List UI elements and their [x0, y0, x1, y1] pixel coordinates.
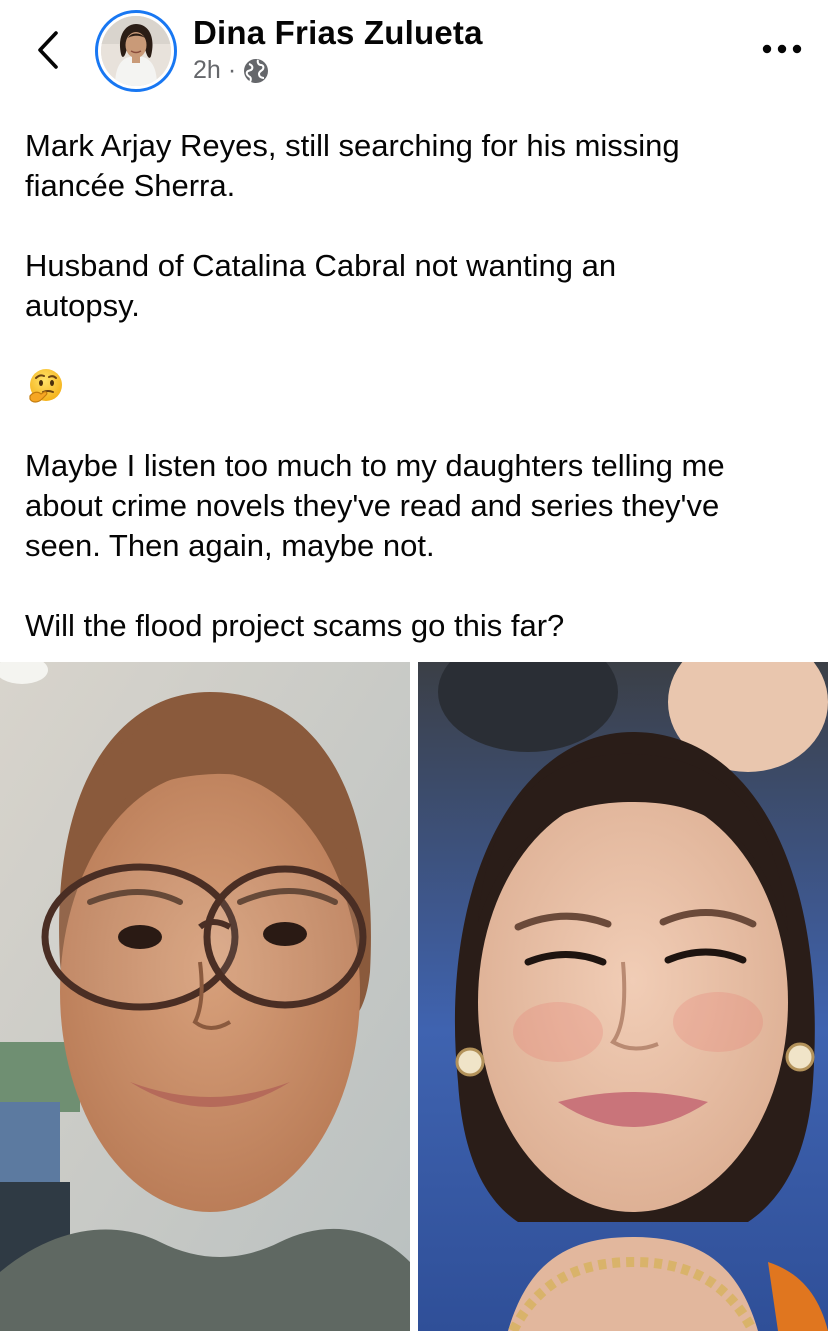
avatar	[101, 16, 171, 86]
chevron-left-icon	[38, 31, 58, 69]
author-name[interactable]: Dina Frias Zulueta	[193, 14, 483, 52]
meta-separator: ·	[227, 56, 237, 84]
photo-grid	[0, 662, 828, 1331]
post-time[interactable]: 2h	[193, 56, 221, 85]
thinking-face-emoji	[29, 369, 62, 403]
more-options-button[interactable]	[758, 34, 806, 64]
post-body: Mark Arjay Reyes, still searching for hi…	[25, 126, 815, 646]
post-paragraph: Mark Arjay Reyes, still searching for hi…	[25, 128, 680, 203]
post-paragraph: Husband of Catalina Cabral not wanting a…	[25, 248, 617, 323]
post-paragraph: Maybe I listen too much to my daughters …	[25, 448, 725, 563]
emoji-line	[25, 366, 815, 406]
more-options-icon	[762, 44, 802, 54]
post-meta: 2h ·	[193, 56, 269, 85]
back-button[interactable]	[26, 22, 70, 78]
post-paragraph: Will the flood project scams go this far…	[25, 608, 565, 643]
post-header: Dina Frias Zulueta 2h ·	[0, 0, 828, 110]
globe-icon	[244, 58, 269, 83]
photo-woman-earrings[interactable]	[418, 662, 828, 1331]
photo-young-woman-glasses[interactable]	[0, 662, 410, 1331]
author-avatar[interactable]	[95, 10, 177, 92]
